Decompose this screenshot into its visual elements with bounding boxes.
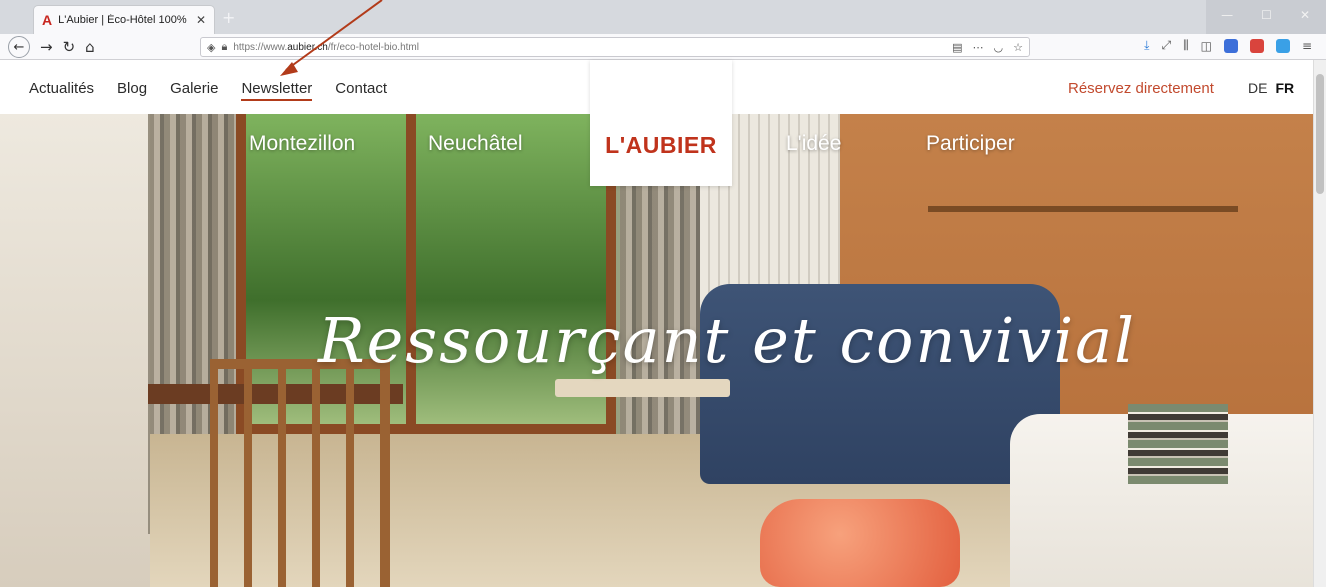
- page-scrollbar[interactable]: [1313, 60, 1326, 587]
- nav-item-contact[interactable]: Contact: [335, 80, 387, 101]
- hero-chair: [210, 359, 390, 587]
- lock-icon[interactable]: 🔒︎: [221, 40, 227, 54]
- nav-item-newsletter[interactable]: Newsletter: [241, 80, 313, 101]
- window-controls: — ☐ ✕: [1221, 8, 1310, 22]
- browser-tabbar: A L'Aubier | Éco-Hôtel 100% bio ✕ + — ☐ …: [0, 0, 1326, 34]
- shield-icon[interactable]: ◈: [207, 41, 215, 54]
- close-tab-icon[interactable]: ✕: [196, 13, 206, 27]
- nav-buttons: ← → ↻ ⌂: [8, 36, 95, 58]
- extension-icon[interactable]: [1249, 38, 1264, 53]
- lang-fr[interactable]: FR: [1275, 80, 1294, 96]
- maximize-icon[interactable]: ☐: [1261, 8, 1272, 22]
- minimize-icon[interactable]: —: [1221, 8, 1233, 22]
- logo[interactable]: L'AUBIER: [590, 60, 732, 186]
- site-nav: Actualités Blog Galerie Newsletter Conta…: [29, 80, 387, 101]
- expand-icon[interactable]: ⤢: [1161, 38, 1171, 53]
- tab-title: L'Aubier | Éco-Hôtel 100% bio: [58, 14, 190, 26]
- hero-nav-neuchatel[interactable]: Neuchâtel: [428, 132, 523, 156]
- browser-navbar: ← → ↻ ⌂ ◈ 🔒︎ https://www.aubier.ch/fr/ec…: [0, 34, 1326, 60]
- hero-nav-idee[interactable]: L'idée: [786, 132, 841, 156]
- nav-item-galerie[interactable]: Galerie: [170, 80, 218, 101]
- url-text[interactable]: https://www.aubier.ch/fr/eco-hotel-bio.h…: [233, 42, 946, 53]
- reload-icon[interactable]: ↻: [63, 38, 76, 56]
- bookmark-star-icon[interactable]: ☆: [1013, 41, 1023, 54]
- lang-de[interactable]: DE: [1248, 80, 1267, 96]
- scrollbar-thumb[interactable]: [1316, 74, 1324, 194]
- browser-tab[interactable]: A L'Aubier | Éco-Hôtel 100% bio ✕: [34, 6, 214, 34]
- hero-books: [1128, 404, 1228, 484]
- toolbar-right: ⤓ ⤢ ⫼ ◫ ≡: [1144, 38, 1312, 53]
- sidebar-icon[interactable]: ◫: [1201, 39, 1212, 53]
- url-bar[interactable]: ◈ 🔒︎ https://www.aubier.ch/fr/eco-hotel-…: [200, 37, 1030, 57]
- logo-text: L'AUBIER: [605, 132, 717, 158]
- new-tab-icon[interactable]: +: [222, 8, 235, 27]
- hero-nav-participer[interactable]: Participer: [926, 132, 1015, 156]
- back-arrow-icon[interactable]: ←: [8, 36, 30, 58]
- hero-tagline: Ressourçant et convivial: [318, 304, 1136, 377]
- download-icon[interactable]: ⤓: [1144, 38, 1149, 53]
- extension-icon[interactable]: [1275, 38, 1290, 53]
- extension-icon[interactable]: [1223, 38, 1238, 53]
- hero-shelf: [928, 206, 1238, 212]
- hero-wall: [0, 114, 150, 587]
- hero-pillow: [760, 499, 960, 587]
- pocket-icon[interactable]: ◡: [994, 41, 1004, 54]
- close-window-icon[interactable]: ✕: [1300, 8, 1310, 22]
- page-actions-icon[interactable]: ⋯: [973, 41, 984, 54]
- reserve-link[interactable]: Réservez directement: [1068, 80, 1214, 97]
- home-icon[interactable]: ⌂: [85, 38, 95, 56]
- forward-arrow-icon[interactable]: →: [40, 38, 53, 56]
- menu-icon[interactable]: ≡: [1302, 39, 1312, 53]
- nav-item-actualites[interactable]: Actualités: [29, 80, 94, 101]
- aubier-favicon-icon: A: [42, 12, 53, 28]
- reader-view-icon[interactable]: ▤: [952, 41, 962, 54]
- hero-coffee-table: [555, 379, 730, 397]
- nav-item-blog[interactable]: Blog: [117, 80, 147, 101]
- hero-nav-montezillon[interactable]: Montezillon: [249, 132, 355, 156]
- language-switcher: DE FR: [1248, 80, 1294, 96]
- library-icon[interactable]: ⫼: [1183, 38, 1189, 53]
- url-actions: ▤ ⋯ ◡ ☆: [952, 41, 1023, 54]
